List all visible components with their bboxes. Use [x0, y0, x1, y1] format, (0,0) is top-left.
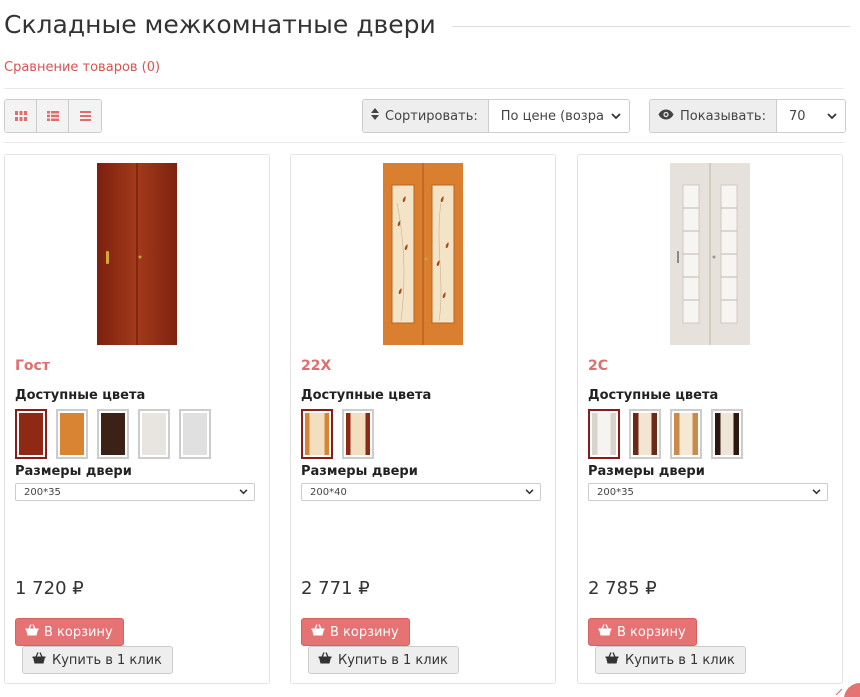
- basket-icon: [318, 652, 332, 668]
- color-swatch[interactable]: [138, 409, 170, 459]
- grid-view-button[interactable]: [5, 100, 37, 132]
- product-price: 2 771 ₽: [301, 578, 370, 599]
- colors-label: Доступные цвета: [15, 388, 146, 403]
- product-name[interactable]: Гост: [15, 358, 50, 374]
- product-image[interactable]: [5, 163, 269, 347]
- compact-list-icon: [79, 111, 91, 121]
- colors-label: Доступные цвета: [301, 388, 432, 403]
- chevron-down-icon: [827, 112, 837, 119]
- chevron-down-icon: [525, 489, 534, 495]
- add-to-cart-label: В корзину: [330, 624, 399, 640]
- eye-icon: [658, 109, 674, 124]
- size-label: Размеры двери: [301, 464, 418, 479]
- buy-one-click-label: Купить в 1 клик: [52, 652, 162, 668]
- color-swatches: [15, 409, 211, 459]
- size-select[interactable]: 200*35: [15, 483, 255, 501]
- color-swatch[interactable]: [629, 409, 661, 459]
- product-price: 1 720 ₽: [15, 578, 84, 599]
- product-image[interactable]: [578, 163, 842, 347]
- product-card: 2С Доступные цвета Размеры двери 200*35 …: [577, 154, 843, 684]
- add-to-cart-button[interactable]: В корзину: [15, 618, 124, 646]
- basket-icon: [311, 624, 325, 640]
- view-switcher: [4, 99, 102, 133]
- product-image[interactable]: [291, 163, 555, 347]
- color-swatch[interactable]: [179, 409, 211, 459]
- color-swatch[interactable]: [15, 409, 47, 459]
- list-icon: [46, 111, 59, 121]
- color-swatch[interactable]: [56, 409, 88, 459]
- title-divider: [451, 25, 850, 27]
- size-value: 200*35: [597, 486, 634, 498]
- chevron-down-icon: [812, 489, 821, 495]
- color-swatches: [588, 409, 743, 459]
- product-card: 22Х Доступные цвета Размеры двери 200*40…: [290, 154, 556, 684]
- color-swatches: [301, 409, 374, 459]
- show-addon: Показывать:: [650, 100, 777, 132]
- product-card: Гост Доступные цвета Размеры двери 200*3…: [4, 154, 270, 684]
- divider: [4, 88, 844, 89]
- compare-link[interactable]: Сравнение товаров (0): [4, 60, 160, 75]
- add-to-cart-button[interactable]: В корзину: [301, 618, 410, 646]
- buy-one-click-label: Купить в 1 клик: [625, 652, 735, 668]
- basket-icon: [598, 624, 612, 640]
- product-name[interactable]: 22Х: [301, 358, 331, 374]
- list-view-button[interactable]: [37, 100, 69, 132]
- add-to-cart-label: В корзину: [617, 624, 686, 640]
- basket-icon: [605, 652, 619, 668]
- add-to-cart-button[interactable]: В корзину: [588, 618, 697, 646]
- color-swatch[interactable]: [97, 409, 129, 459]
- buy-one-click-button[interactable]: Купить в 1 клик: [308, 646, 459, 674]
- sort-select[interactable]: По цене (возра: [488, 100, 629, 132]
- add-to-cart-label: В корзину: [44, 624, 113, 640]
- show-select[interactable]: 70: [776, 100, 845, 132]
- color-swatch[interactable]: [670, 409, 702, 459]
- show-value: 70: [788, 108, 806, 124]
- sort-control: Сортировать: По цене (возра: [362, 99, 630, 133]
- chevron-down-icon: [239, 489, 248, 495]
- color-swatch[interactable]: [342, 409, 374, 459]
- basket-icon: [32, 652, 46, 668]
- page-header: Складные межкомнатные двери: [4, 6, 850, 42]
- page-title: Складные межкомнатные двери: [4, 9, 436, 39]
- buy-one-click-label: Купить в 1 клик: [338, 652, 448, 668]
- sort-addon: Сортировать:: [363, 100, 489, 132]
- size-label: Размеры двери: [588, 464, 705, 479]
- size-label: Размеры двери: [15, 464, 132, 479]
- buy-one-click-button[interactable]: Купить в 1 клик: [595, 646, 746, 674]
- size-select[interactable]: 200*35: [588, 483, 828, 501]
- compact-view-button[interactable]: [69, 100, 101, 132]
- chevron-down-icon: [611, 112, 621, 119]
- buy-one-click-button[interactable]: Купить в 1 клик: [22, 646, 173, 674]
- colors-label: Доступные цвета: [588, 388, 719, 403]
- size-value: 200*35: [24, 486, 61, 498]
- size-select[interactable]: 200*40: [301, 483, 541, 501]
- product-name[interactable]: 2С: [588, 358, 608, 374]
- sort-icon: [371, 108, 379, 124]
- grid-icon: [14, 111, 27, 121]
- floating-widget-icon[interactable]: [826, 681, 860, 697]
- size-value: 200*40: [310, 486, 347, 498]
- show-control: Показывать: 70: [649, 99, 846, 133]
- sort-label: Сортировать:: [385, 108, 478, 124]
- show-label: Показывать:: [680, 108, 766, 124]
- product-price: 2 785 ₽: [588, 578, 657, 599]
- divider: [4, 142, 844, 143]
- color-swatch[interactable]: [588, 409, 620, 459]
- color-swatch[interactable]: [711, 409, 743, 459]
- basket-icon: [25, 624, 39, 640]
- sort-value: По цене (возра: [500, 108, 604, 124]
- color-swatch[interactable]: [301, 409, 333, 459]
